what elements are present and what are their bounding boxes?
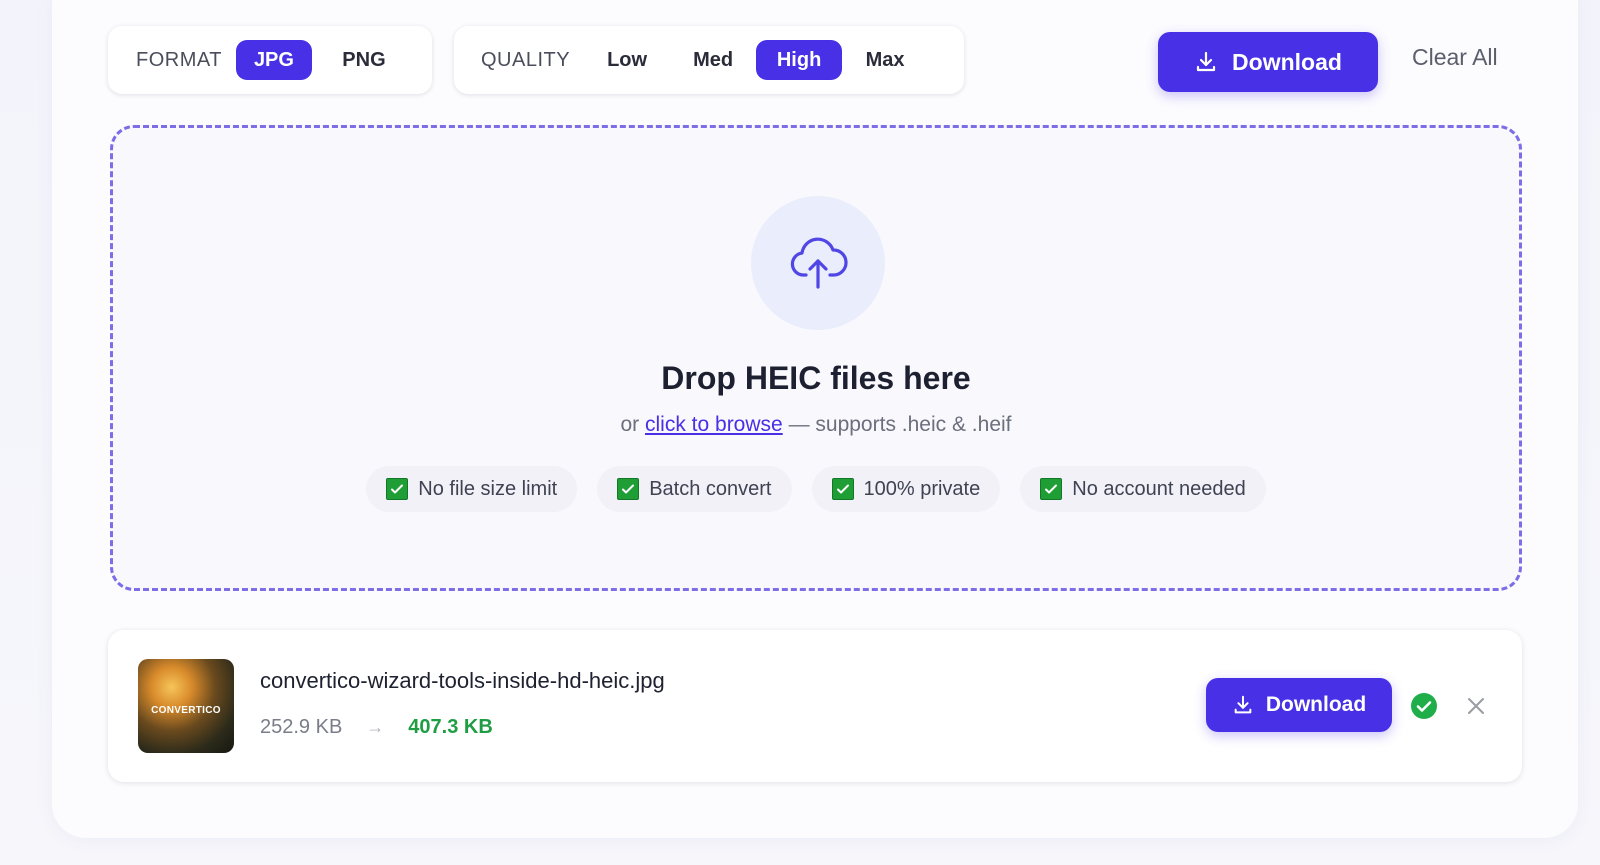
feature-badge: No account needed — [1020, 466, 1266, 512]
feature-label: No file size limit — [418, 477, 558, 500]
check-icon — [1040, 478, 1063, 500]
dropzone-sub-suffix: — supports .heic & .heif — [788, 413, 1012, 436]
dropzone-subtitle: or click to browse — supports .heic & .h… — [113, 413, 1519, 437]
file-thumbnail: CONVERTICO — [138, 659, 234, 753]
file-size-info: 252.9 KB → 407.3 KB — [260, 716, 493, 739]
format-option-png[interactable]: PNG — [326, 40, 402, 80]
dropzone-title: Drop HEIC files here — [661, 360, 971, 396]
original-size: 252.9 KB — [260, 716, 343, 738]
format-option-jpg[interactable]: JPG — [235, 40, 312, 80]
download-all-label: Download — [1232, 48, 1342, 75]
quality-label: QUALITY — [481, 48, 571, 71]
close-icon[interactable] — [1464, 694, 1488, 723]
file-download-label: Download — [1265, 693, 1367, 716]
file-row: CONVERTICO convertico-wizard-tools-insid… — [108, 630, 1522, 782]
dropzone-sub-prefix: or — [620, 413, 640, 436]
feature-label: 100% private — [863, 477, 981, 500]
feature-badge: Batch convert — [597, 466, 792, 512]
format-label: FORMAT — [136, 48, 222, 71]
check-circle-icon — [1410, 692, 1438, 725]
arrow-right-icon: → — [366, 717, 385, 737]
quality-option-max[interactable]: Max — [842, 40, 928, 80]
download-all-button[interactable]: Download — [1158, 32, 1378, 92]
file-name: convertico-wizard-tools-inside-hd-heic.j… — [260, 668, 665, 693]
download-icon — [1194, 50, 1218, 74]
quality-selector: QUALITY Low Med High Max — [454, 26, 964, 94]
clear-all-button[interactable]: Clear All — [1412, 44, 1498, 71]
file-download-button[interactable]: Download — [1206, 678, 1392, 732]
check-icon — [831, 478, 854, 500]
feature-label: Batch convert — [649, 477, 772, 500]
feature-badge: No file size limit — [366, 466, 578, 512]
converted-size: 407.3 KB — [408, 716, 493, 738]
quality-option-high[interactable]: High — [756, 40, 843, 80]
feature-label: No account needed — [1072, 477, 1246, 500]
download-icon — [1232, 694, 1254, 716]
feature-badge: 100% private — [811, 466, 1001, 512]
quality-option-low[interactable]: Low — [584, 40, 670, 80]
check-icon — [386, 478, 409, 500]
format-selector: FORMAT JPG PNG — [108, 26, 432, 94]
browse-link[interactable]: click to browse — [645, 413, 783, 436]
feature-list: No file size limit Batch convert 100% pr… — [113, 466, 1519, 512]
quality-option-med[interactable]: Med — [670, 40, 756, 80]
check-icon — [617, 478, 640, 500]
thumbnail-text: CONVERTICO — [151, 705, 221, 716]
cloud-upload-icon — [751, 196, 885, 330]
file-dropzone[interactable]: Drop HEIC files here or click to browse … — [110, 125, 1522, 591]
